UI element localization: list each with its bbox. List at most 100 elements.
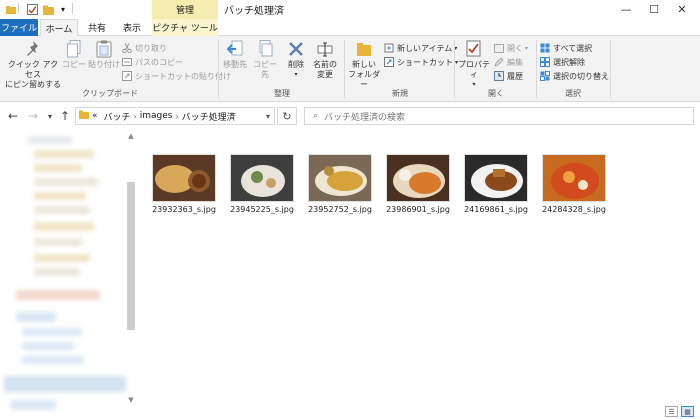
nav-item[interactable] — [22, 328, 82, 336]
recent-locations-chevron-icon[interactable]: ▾ — [43, 109, 57, 123]
group-separator — [610, 40, 611, 98]
group-label-open: 開く — [488, 89, 504, 98]
up-arrow-icon[interactable]: ↑ — [58, 109, 72, 123]
edit-button[interactable]: 編集 — [494, 56, 523, 68]
nav-item[interactable] — [22, 356, 84, 364]
shortcut-label: ショートカット — [397, 57, 453, 67]
tab-view[interactable]: 表示 — [115, 19, 149, 36]
path-icon — [122, 57, 132, 67]
details-view-icon[interactable]: ☰ — [665, 406, 678, 417]
breadcrumb-chevron-icon[interactable]: › — [134, 112, 137, 121]
history-icon — [494, 71, 504, 81]
delete-button[interactable]: 削除 ▾ — [282, 40, 310, 80]
copy-path-button[interactable]: パスのコピー — [122, 56, 183, 68]
back-arrow-icon[interactable]: ← — [6, 109, 20, 123]
nav-item[interactable] — [34, 192, 86, 200]
nav-item-selected[interactable] — [4, 376, 126, 392]
move-to-label: 移動先 — [223, 60, 247, 69]
nav-item[interactable] — [22, 342, 74, 350]
address-history-chevron-icon[interactable]: ▾ — [266, 112, 270, 121]
group-label-new: 新規 — [392, 89, 408, 98]
new-item-button[interactable]: 新しいアイテム ▾ — [384, 42, 457, 54]
context-tab-header-label: 管理 — [175, 6, 194, 16]
file-item[interactable]: 24284328_s.jpg — [536, 154, 612, 214]
refresh-icon[interactable]: ↻ — [277, 107, 297, 125]
file-name: 23945225_s.jpg — [230, 205, 294, 214]
file-item[interactable]: 23952752_s.jpg — [302, 154, 378, 214]
nav-item[interactable] — [34, 254, 90, 262]
copy-label: コピー — [62, 60, 86, 69]
nav-item[interactable] — [34, 164, 82, 172]
scroll-up-arrow-icon[interactable]: ▲ — [127, 132, 135, 140]
scroll-down-arrow-icon[interactable]: ▼ — [127, 396, 135, 404]
folder-icon — [6, 3, 16, 16]
new-folder-quick-icon[interactable] — [42, 3, 54, 16]
close-button[interactable]: ✕ — [668, 0, 696, 18]
nav-item[interactable] — [16, 312, 56, 322]
delete-dropdown-icon[interactable]: ▾ — [294, 70, 297, 80]
properties-quick-icon[interactable] — [26, 3, 38, 16]
minimize-button[interactable]: — — [612, 0, 640, 18]
move-to-button[interactable]: 移動先 — [220, 40, 250, 70]
forward-arrow-icon[interactable]: → — [26, 109, 40, 123]
group-label-select: 選択 — [565, 89, 581, 98]
copy-to-button[interactable]: コピー先 — [250, 40, 280, 80]
new-item-icon — [384, 43, 394, 53]
file-item[interactable]: 23945225_s.jpg — [224, 154, 300, 214]
image-thumbnail — [152, 154, 216, 202]
breadcrumb-chevron-icon[interactable]: › — [175, 112, 178, 121]
properties-button[interactable]: プロパティ ▾ — [456, 40, 492, 90]
history-label: 履歴 — [507, 71, 523, 81]
breadcrumb-current[interactable]: バッチ処理済 — [182, 110, 236, 123]
nav-item[interactable] — [34, 206, 90, 214]
scrollbar-thumb[interactable] — [127, 182, 135, 330]
breadcrumb-batch[interactable]: バッチ — [104, 110, 131, 123]
cut-button[interactable]: 切り取り — [122, 42, 167, 54]
paste-shortcut-button[interactable]: ショートカットの貼り付け — [122, 70, 231, 82]
nav-item[interactable] — [34, 150, 94, 158]
history-button[interactable]: 履歴 — [494, 70, 523, 82]
pin-quick-access-button[interactable]: クイック アクセス にピン留めする — [4, 40, 62, 90]
open-button[interactable]: 開く ▾ — [494, 42, 528, 54]
tab-file[interactable]: ファイル — [0, 19, 38, 36]
nav-item[interactable] — [34, 238, 82, 246]
nav-scrollbar[interactable]: ▲ ▼ — [127, 132, 135, 407]
large-icons-view-icon[interactable]: ▦ — [681, 406, 694, 417]
breadcrumb-images[interactable]: images — [140, 111, 173, 121]
select-none-button[interactable]: 選択解除 — [540, 56, 585, 68]
group-label-organize: 整理 — [274, 89, 290, 98]
paste-button[interactable]: 貼り付け — [88, 40, 120, 70]
nav-item[interactable] — [34, 268, 80, 276]
file-item[interactable]: 23932363_s.jpg — [146, 154, 222, 214]
address-box[interactable]: « バッチ › images › バッチ処理済 ▾ — [75, 107, 275, 125]
copy-button[interactable]: コピー — [62, 40, 86, 70]
select-all-button[interactable]: すべて選択 — [540, 42, 592, 54]
nav-item[interactable] — [28, 136, 72, 144]
file-item[interactable]: 24169861_s.jpg — [458, 154, 534, 214]
tab-picture-tools[interactable]: ピクチャ ツール — [152, 19, 218, 36]
tab-share[interactable]: 共有 — [80, 19, 114, 36]
easy-access-shortcut-button[interactable]: ショートカット ▾ — [384, 56, 458, 68]
nav-item[interactable] — [16, 290, 100, 300]
file-name: 23986901_s.jpg — [386, 205, 450, 214]
nav-item[interactable] — [34, 178, 98, 186]
rename-label: 名前の — [313, 60, 337, 69]
maximize-button[interactable]: ☐ — [640, 0, 668, 18]
nav-item[interactable] — [34, 222, 94, 231]
copy-icon — [65, 40, 83, 58]
rename-button[interactable]: 名前の 変更 — [310, 40, 340, 80]
pin-icon — [24, 40, 42, 58]
nav-item[interactable] — [10, 400, 56, 410]
invert-selection-button[interactable]: 選択の切り替え — [540, 70, 609, 82]
navigation-pane[interactable] — [0, 128, 136, 419]
tab-home[interactable]: ホーム — [40, 19, 78, 37]
separator — [18, 3, 19, 14]
file-name: 24169861_s.jpg — [464, 205, 528, 214]
copy-path-label: パスのコピー — [135, 57, 183, 67]
customize-quick-access-icon[interactable]: ▾ — [58, 3, 68, 16]
new-folder-button[interactable]: 新しい フォルダー — [346, 40, 382, 90]
file-item[interactable]: 23986901_s.jpg — [380, 154, 456, 214]
breadcrumb-overflow[interactable]: « — [92, 111, 98, 121]
search-icon: ⌕ — [313, 111, 319, 121]
search-input[interactable]: ⌕ バッチ処理済の検索 — [304, 107, 694, 125]
